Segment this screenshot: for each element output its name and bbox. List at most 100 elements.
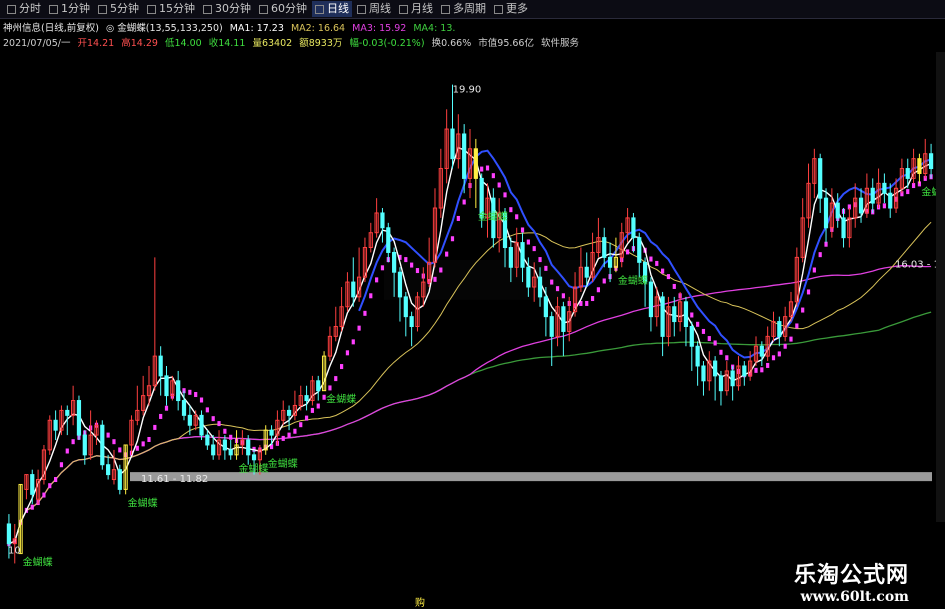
butterfly-dot [701, 328, 706, 334]
butterfly-dot [293, 428, 297, 434]
candle-body [602, 237, 607, 258]
candle-body [823, 197, 829, 229]
butterfly-dot [456, 215, 460, 221]
butterfly-dot [375, 277, 379, 283]
butterfly-dot [707, 336, 711, 342]
butterfly-dot [544, 265, 548, 271]
candle-body [777, 321, 782, 337]
candle-body [65, 409, 70, 416]
butterfly-dot [339, 364, 344, 370]
butterfly-dot [520, 227, 525, 233]
butterfly-dot [164, 405, 169, 411]
butterfly-dot [509, 207, 513, 213]
butterfly-dot [380, 265, 385, 271]
butterfly-dot [363, 310, 367, 316]
candle-body [164, 375, 169, 397]
butterfly-dot [118, 447, 122, 453]
candle-body [526, 266, 531, 288]
candle-body [607, 256, 613, 268]
signal-label: 金蝴蝶 [268, 457, 298, 470]
butterfly-dot [351, 339, 355, 345]
butterfly-dot [649, 256, 653, 262]
candle-body [30, 474, 35, 495]
candle-body [351, 281, 356, 298]
candle-body [473, 148, 478, 179]
butterfly-dot [30, 504, 34, 510]
butterfly-dot [666, 274, 671, 280]
candle-body [835, 202, 840, 219]
butterfly-dot [713, 340, 717, 346]
butterfly-dot [906, 189, 910, 195]
butterfly-dot [625, 249, 630, 255]
candle-body [462, 133, 467, 179]
butterfly-dot [795, 323, 799, 329]
low-price-label-2: 10 [8, 546, 21, 557]
butterfly-dot [462, 199, 466, 205]
candle-body [928, 153, 934, 170]
butterfly-dot [316, 403, 320, 409]
butterfly-dot [205, 407, 209, 413]
candlestick-chart[interactable]: 金蝴蝶金蝴蝶金蝴蝶金蝴蝶金蝴蝶金蝴蝶金蝴蝶金蝴蝶19.9011.61 - 11.… [0, 0, 945, 609]
candle-body [508, 247, 513, 268]
candle-body [520, 242, 525, 268]
butterfly-dot [503, 192, 507, 198]
butterfly-dot [491, 173, 495, 179]
candle-body [660, 296, 665, 337]
candle-body [397, 271, 403, 298]
right-scrollbar[interactable] [936, 52, 945, 522]
candle-body [251, 454, 257, 461]
butterfly-dot [357, 325, 361, 331]
candle-body [403, 296, 408, 318]
butterfly-dot [801, 307, 805, 313]
candle-body [841, 217, 846, 239]
butterfly-dot [287, 432, 291, 438]
butterfly-dot [690, 312, 694, 318]
candle-body [701, 365, 706, 382]
butterfly-dot [223, 428, 227, 434]
butterfly-dot [812, 267, 816, 273]
candle-body [695, 345, 700, 367]
low-price-label: 11.61 - 11.82 [141, 474, 208, 485]
candle-body [742, 365, 747, 377]
butterfly-dot [515, 214, 519, 220]
butterfly-dot [112, 439, 116, 445]
butterfly-dot [135, 445, 139, 451]
butterfly-dot [217, 421, 221, 427]
watermark-url: www.60lt.com [800, 589, 909, 605]
candle-body [53, 419, 58, 431]
candle-body [672, 306, 677, 323]
butterfly-dot [410, 262, 414, 268]
blue-band-line [358, 149, 932, 359]
candle-body [6, 523, 12, 545]
watermark: 乐淘公式网 www.60lt.com [794, 557, 909, 605]
butterfly-dot [71, 439, 75, 445]
butterfly-dot [725, 355, 729, 361]
butterfly-dot [882, 203, 886, 209]
candle-body [100, 424, 105, 466]
candle-body [82, 434, 87, 456]
candle-body [917, 158, 922, 174]
butterfly-dot [141, 441, 145, 447]
butterfly-dot [345, 350, 350, 356]
butterfly-dot [194, 392, 198, 398]
butterfly-dot [911, 183, 916, 189]
candle-body [450, 128, 455, 160]
butterfly-dot [211, 416, 215, 422]
candle-body [409, 316, 414, 327]
butterfly-dot [369, 293, 373, 299]
signal-label: 金蝴蝶 [23, 556, 53, 569]
candle-body [730, 370, 735, 387]
high-price-label: 19.90 [453, 85, 482, 96]
signal-label: 金蝴蝶 [326, 393, 356, 406]
watermark-title: 乐淘公式网 [793, 562, 909, 588]
butterfly-dot [433, 276, 437, 282]
candle-body [713, 360, 718, 377]
butterfly-dot [789, 336, 793, 342]
candle-body [76, 400, 82, 436]
butterfly-dot [555, 286, 560, 292]
butterfly-dot [281, 435, 285, 441]
candle-body [888, 192, 893, 209]
candle-body [286, 409, 292, 416]
butterfly-dot [334, 376, 338, 382]
butterfly-dot [445, 251, 449, 257]
